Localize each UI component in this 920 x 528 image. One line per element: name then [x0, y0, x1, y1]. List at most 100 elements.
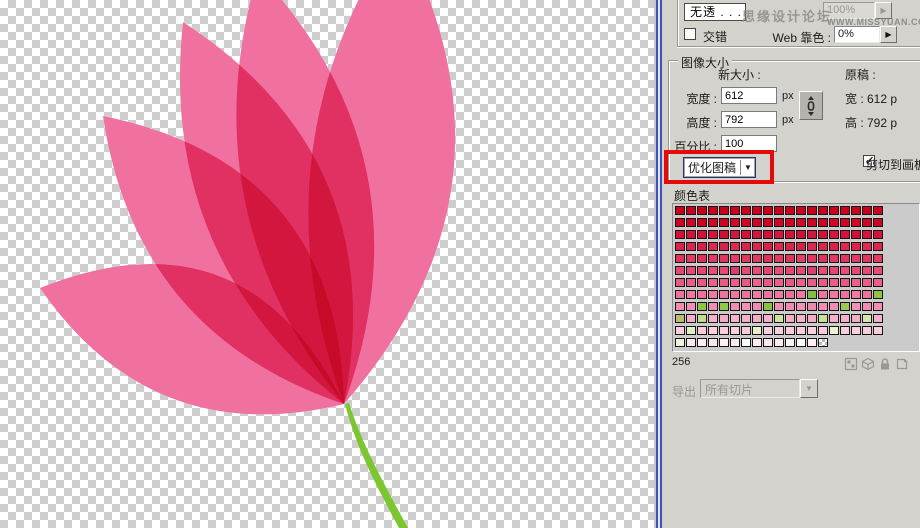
color-swatch[interactable]: [785, 230, 795, 239]
color-swatch[interactable]: [785, 254, 795, 263]
color-swatch[interactable]: [785, 218, 795, 227]
color-swatch[interactable]: [675, 254, 685, 263]
color-swatch[interactable]: [829, 302, 839, 311]
color-swatch[interactable]: [796, 266, 806, 275]
color-swatch[interactable]: [730, 290, 740, 299]
color-swatch[interactable]: [752, 242, 762, 251]
color-swatch[interactable]: [686, 266, 696, 275]
color-swatch[interactable]: [730, 242, 740, 251]
color-swatch[interactable]: [708, 278, 718, 287]
color-swatch[interactable]: [774, 206, 784, 215]
color-swatch[interactable]: [796, 302, 806, 311]
color-swatch[interactable]: [818, 326, 828, 335]
color-swatch[interactable]: [785, 302, 795, 311]
color-swatch[interactable]: [818, 290, 828, 299]
color-swatch[interactable]: [862, 278, 872, 287]
color-swatch[interactable]: [741, 302, 751, 311]
color-swatch[interactable]: [686, 230, 696, 239]
color-swatch[interactable]: [818, 206, 828, 215]
color-swatch[interactable]: [719, 206, 729, 215]
color-swatch[interactable]: [851, 266, 861, 275]
color-swatch[interactable]: [851, 290, 861, 299]
color-swatch[interactable]: [686, 278, 696, 287]
color-swatch[interactable]: [807, 290, 817, 299]
color-swatch[interactable]: [763, 326, 773, 335]
color-swatch[interactable]: [730, 206, 740, 215]
color-swatch[interactable]: [873, 230, 883, 239]
color-swatch[interactable]: [708, 302, 718, 311]
color-swatch[interactable]: [763, 278, 773, 287]
color-swatch[interactable]: [796, 230, 806, 239]
color-swatch[interactable]: [697, 242, 707, 251]
color-swatch[interactable]: [763, 206, 773, 215]
color-swatch[interactable]: [873, 206, 883, 215]
color-swatch[interactable]: [697, 254, 707, 263]
image-preview-canvas[interactable]: [0, 0, 654, 528]
color-swatch[interactable]: [840, 302, 850, 311]
color-swatch[interactable]: [741, 278, 751, 287]
color-swatch[interactable]: [785, 266, 795, 275]
color-swatch[interactable]: [862, 230, 872, 239]
color-swatch[interactable]: [719, 230, 729, 239]
color-swatch[interactable]: [829, 314, 839, 323]
color-swatch[interactable]: [785, 278, 795, 287]
color-swatch[interactable]: [840, 314, 850, 323]
color-swatch[interactable]: [686, 242, 696, 251]
color-swatch[interactable]: [862, 290, 872, 299]
color-swatch[interactable]: [840, 230, 850, 239]
color-swatch[interactable]: [785, 290, 795, 299]
color-swatch[interactable]: [763, 242, 773, 251]
color-swatch[interactable]: [818, 278, 828, 287]
color-swatch[interactable]: [774, 266, 784, 275]
color-swatch[interactable]: [675, 242, 685, 251]
color-swatch[interactable]: [675, 326, 685, 335]
color-swatch[interactable]: [708, 338, 718, 347]
color-swatch[interactable]: [719, 278, 729, 287]
color-swatch[interactable]: [829, 290, 839, 299]
color-swatch[interactable]: [829, 254, 839, 263]
color-swatch[interactable]: [697, 278, 707, 287]
color-swatch[interactable]: [851, 230, 861, 239]
color-swatch[interactable]: [708, 290, 718, 299]
color-swatch[interactable]: [873, 314, 883, 323]
color-swatch[interactable]: [873, 302, 883, 311]
color-swatch[interactable]: [840, 278, 850, 287]
color-swatch[interactable]: [686, 254, 696, 263]
color-swatch[interactable]: [675, 314, 685, 323]
color-swatch[interactable]: [829, 326, 839, 335]
color-swatch[interactable]: [763, 314, 773, 323]
color-swatch[interactable]: [675, 218, 685, 227]
color-swatch[interactable]: [719, 290, 729, 299]
color-swatch[interactable]: [851, 302, 861, 311]
color-swatch[interactable]: [730, 230, 740, 239]
color-swatch[interactable]: [807, 278, 817, 287]
color-swatch[interactable]: [686, 206, 696, 215]
color-swatch[interactable]: [840, 290, 850, 299]
color-swatch[interactable]: [862, 206, 872, 215]
color-swatch[interactable]: [708, 242, 718, 251]
color-swatch[interactable]: [807, 230, 817, 239]
width-input[interactable]: [721, 87, 777, 104]
color-swatch[interactable]: [719, 326, 729, 335]
color-swatch[interactable]: [719, 218, 729, 227]
color-swatch[interactable]: [840, 254, 850, 263]
web-shift-cube-icon[interactable]: [861, 357, 875, 371]
color-swatch[interactable]: [873, 326, 883, 335]
color-swatch[interactable]: [719, 266, 729, 275]
color-swatch[interactable]: [675, 290, 685, 299]
color-swatch[interactable]: [851, 314, 861, 323]
color-swatch[interactable]: [873, 278, 883, 287]
color-swatch[interactable]: [708, 326, 718, 335]
color-swatch[interactable]: [774, 254, 784, 263]
color-swatch[interactable]: [730, 254, 740, 263]
color-swatch[interactable]: [796, 218, 806, 227]
color-swatch[interactable]: [719, 242, 729, 251]
color-swatch[interactable]: [752, 254, 762, 263]
color-swatch[interactable]: [675, 302, 685, 311]
color-swatch[interactable]: [741, 254, 751, 263]
color-swatch[interactable]: [840, 206, 850, 215]
color-swatch[interactable]: [675, 206, 685, 215]
add-swatch-icon[interactable]: [895, 357, 909, 371]
color-swatch[interactable]: [796, 314, 806, 323]
color-swatch[interactable]: [741, 314, 751, 323]
